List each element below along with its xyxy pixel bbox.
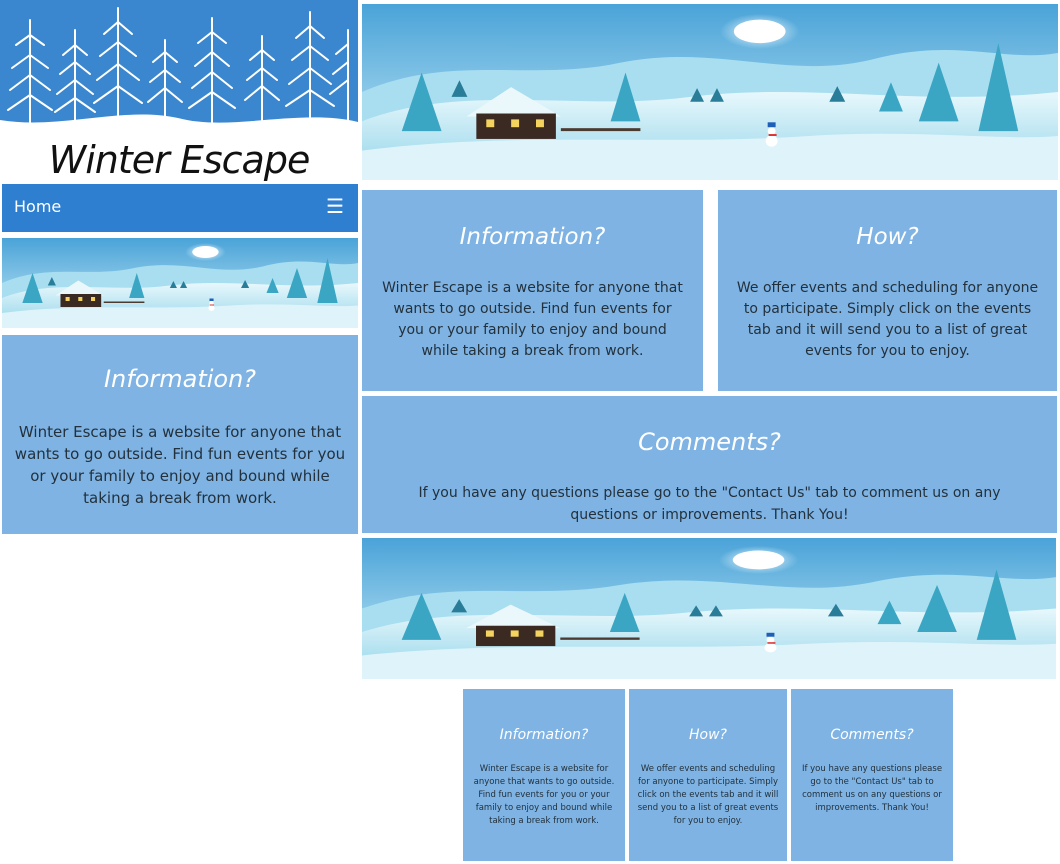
comments-heading: Comments? [830,727,914,743]
winter-landscape-image-bottom [362,538,1056,679]
information-panel-mobile: Information? Winter Escape is a website … [2,335,358,534]
information-card-small: Information? Winter Escape is a website … [463,689,625,861]
nav-bar: Home ☰ [2,184,358,232]
hamburger-menu-icon[interactable]: ☰ [326,196,344,216]
how-heading: How? [856,224,919,250]
information-text: Winter Escape is a website for anyone th… [473,764,615,826]
comments-text: If you have any questions please go to t… [418,485,1001,523]
information-card: Information? Winter Escape is a website … [362,190,703,391]
comments-text: If you have any questions please go to t… [801,764,943,813]
site-title: Winter Escape [48,138,311,182]
winter-landscape-image-top [362,4,1058,180]
winter-landscape-image-mobile [2,238,358,328]
comments-heading: Comments? [638,428,781,456]
how-card-small: How? We offer events and scheduling for … [629,689,787,861]
information-heading: Information? [103,365,257,393]
how-heading: How? [689,727,727,743]
how-text: We offer events and scheduling for anyon… [736,280,1039,359]
how-card: How? We offer events and scheduling for … [718,190,1057,391]
information-heading: Information? [499,727,589,743]
site-header: Winter Escape [0,0,358,184]
comments-card: Comments? If you have any questions plea… [362,396,1057,533]
how-text: We offer events and scheduling for anyon… [637,764,779,826]
nav-home-link[interactable]: Home [14,197,61,216]
information-heading: Information? [459,224,606,250]
information-text: Winter Escape is a website for anyone th… [14,423,346,507]
comments-card-small: Comments? If you have any questions plea… [791,689,953,861]
information-text: Winter Escape is a website for anyone th… [382,280,683,359]
